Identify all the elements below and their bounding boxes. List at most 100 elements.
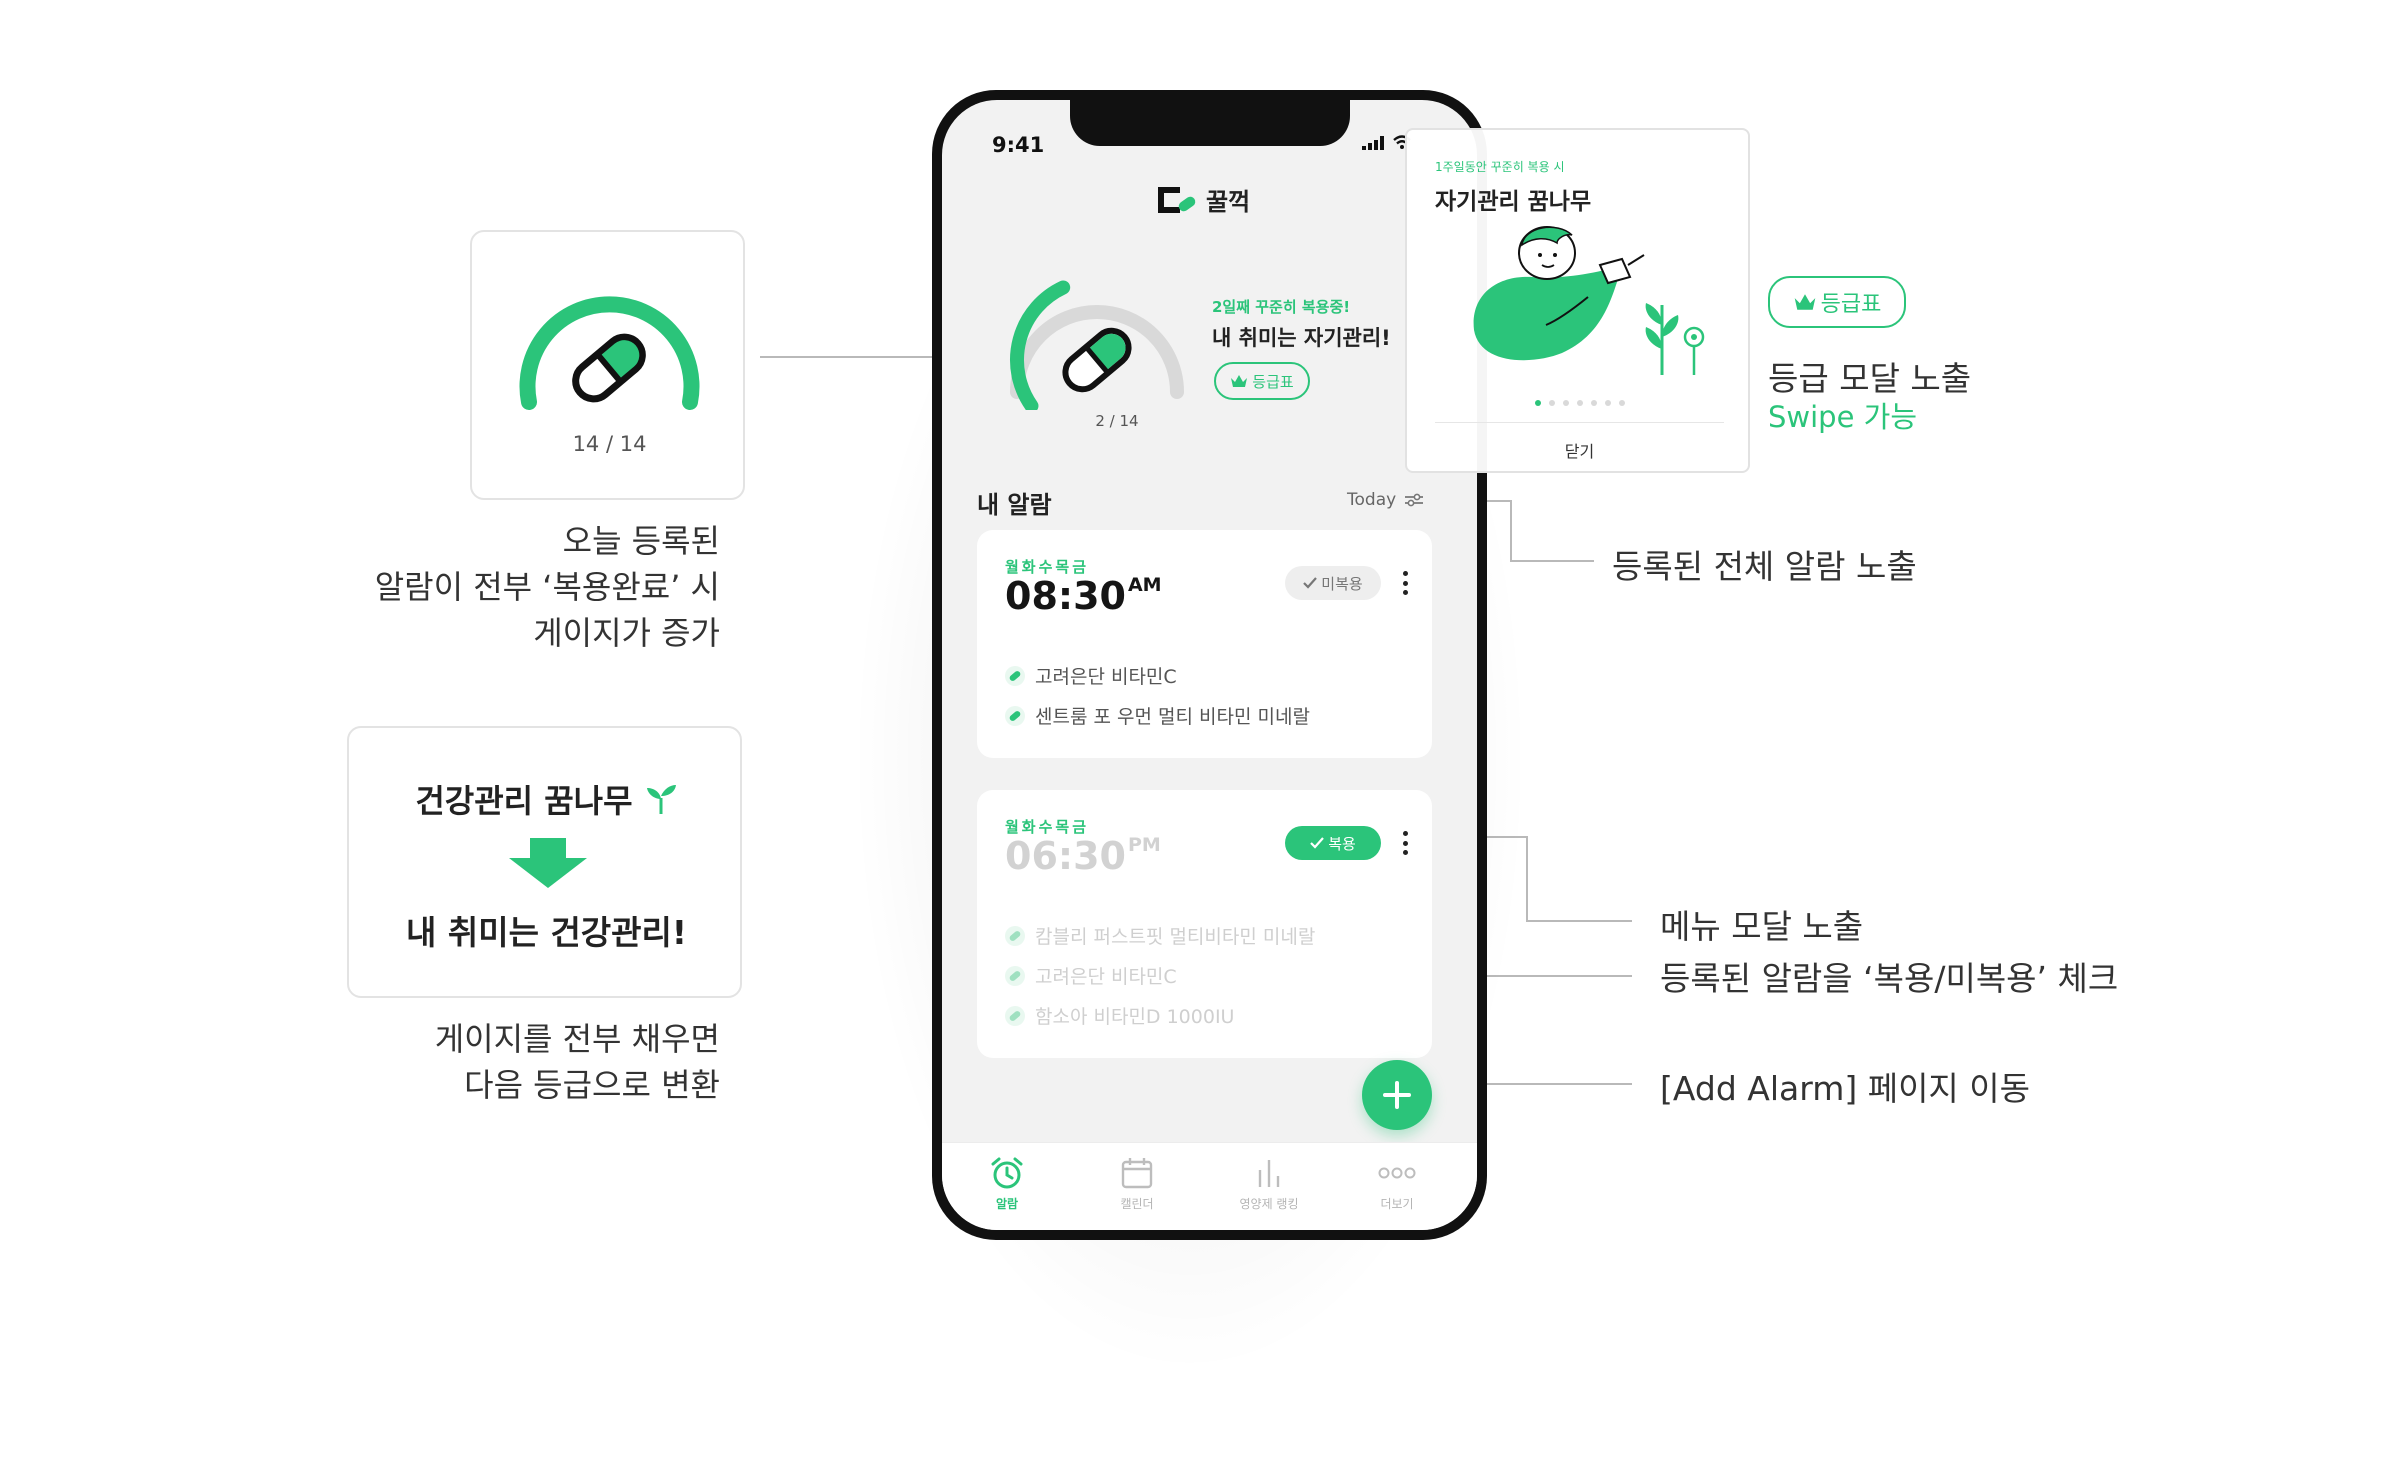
filter-label: Today [1347, 490, 1397, 510]
down-arrow-icon [509, 838, 587, 888]
more-icon [1378, 1167, 1416, 1179]
swipe-note: Swipe 가능 [1768, 400, 1918, 434]
med-name: 센트룸 포 우먼 멀티 비타민 미네랄 [1035, 706, 1310, 728]
status-toggle[interactable]: 복용 [1285, 826, 1381, 860]
menu-connector [1526, 920, 1632, 922]
streak-title: 내 취미는 자기관리! [1212, 326, 1391, 350]
tab-label: 캘린더 [1120, 1197, 1154, 1211]
gauge-note-line: 게이지가 증가 [533, 614, 720, 652]
alarm-ampm: PM [1127, 834, 1161, 856]
pill-icon [1005, 705, 1025, 726]
check-icon [1310, 837, 1325, 849]
modal-divider [1435, 422, 1724, 423]
grade-note: 게이지를 전부 채우면 다음 등급으로 변환 [330, 1016, 720, 1108]
watering-girl-illustration [1473, 226, 1705, 375]
crown-icon [1231, 375, 1248, 387]
pill-icon [1005, 965, 1025, 986]
full-gauge-icon [519, 296, 700, 410]
progress-gauge [1010, 280, 1184, 410]
page-dot[interactable] [1590, 400, 1597, 406]
status-time: 9:41 [992, 133, 1045, 157]
pill-icon [1062, 327, 1132, 393]
page-dot[interactable] [1576, 400, 1583, 406]
alarm-card[interactable]: 월화수목금 06:30 PM 복용 캄블리 퍼스트핏 멀티비타민 미네랄 고려은단… [977, 790, 1432, 1058]
brand-logo: 꿀꺽 [1154, 182, 1250, 217]
bar-chart-icon [1258, 1160, 1280, 1187]
gauge-card: 14 / 14 [470, 230, 745, 500]
page-dot[interactable] [1618, 400, 1625, 406]
grade-table-button[interactable]: 등급표 [1214, 362, 1310, 400]
gauge-count: 2 / 14 [1095, 412, 1139, 430]
gauge-card-label: 14 / 14 [572, 432, 647, 456]
grade-card: 건강관리 꿈나무 내 취미는 건강관리! [347, 726, 742, 998]
tab-label: 더보기 [1380, 1197, 1414, 1211]
tab-alarm[interactable]: 알람 [952, 1151, 1062, 1212]
page-dot[interactable] [1604, 400, 1611, 406]
alarm-clock-icon [991, 1157, 1023, 1189]
gauge-note-line: 알람이 전부 ‘복용완료’ 시 [374, 568, 720, 606]
grade-modal[interactable]: 1주일동안 꾸준히 복용 시 자기관리 꿈나무 닫기 [1405, 128, 1750, 473]
grade-note-line: 다음 등급으로 변환 [464, 1066, 720, 1104]
brand-name: 꿀꺽 [1206, 188, 1251, 216]
pill-icon [1005, 1005, 1025, 1026]
check-note: 등록된 알람을 ‘복용/미복용’ 체크 [1660, 959, 2119, 998]
menu-modal-note: 메뉴 모달 노출 [1660, 907, 1864, 946]
logo-icon [1158, 186, 1196, 213]
alarm-ampm: AM [1127, 574, 1162, 596]
page-dot[interactable] [1548, 400, 1555, 406]
tab-bar: 알람 캘린더 영양제 랭킹 더보기 [942, 1142, 1477, 1230]
alarm-time: 06:30 PM [1005, 834, 1161, 878]
med-name: 고려은단 비타민C [1035, 666, 1177, 688]
more-menu-icon[interactable] [1397, 826, 1413, 860]
page-indicator[interactable] [1407, 400, 1752, 406]
tab-ranking[interactable]: 영양제 랭킹 [1214, 1151, 1324, 1212]
gauge-note-line: 오늘 등록된 [562, 522, 720, 560]
alarm-card[interactable]: 월화수목금 08:30 AM 미복용 고려은단 비타민C 센트룸 포 우먼 멀티 … [977, 530, 1432, 758]
med-name: 함소아 비타민D 1000IU [1035, 1006, 1235, 1028]
crown-icon [1794, 294, 1815, 310]
sprout-icon [646, 785, 676, 814]
add-alarm-button[interactable] [1362, 1060, 1432, 1130]
tab-more[interactable]: 더보기 [1342, 1151, 1452, 1212]
check-icon [1303, 577, 1318, 589]
grade-after: 내 취미는 건강관리! [406, 913, 687, 952]
med-name: 고려은단 비타민C [1035, 966, 1177, 988]
grade-before: 건강관리 꿈나무 [415, 782, 633, 820]
alarm-time: 08:30 AM [1005, 574, 1162, 618]
pill-icon [1005, 925, 1025, 946]
tab-label: 알람 [995, 1197, 1019, 1211]
status-label: 복용 [1328, 834, 1356, 853]
today-filter[interactable]: Today [1347, 490, 1424, 510]
med-item: 캄블리 퍼스트핏 멀티비타민 미네랄 [1005, 922, 1315, 949]
notch [1070, 100, 1350, 146]
more-menu-icon[interactable] [1397, 566, 1413, 600]
filter-icon [1405, 493, 1424, 507]
add-alarm-note: [Add Alarm] 페이지 이동 [1660, 1069, 2031, 1108]
gauge-note: 오늘 등록된 알람이 전부 ‘복용완료’ 시 게이지가 증가 [330, 518, 720, 656]
gauge-fill [1010, 280, 1071, 410]
modal-note: 등급 모달 노출 [1768, 359, 1972, 398]
grade-note-line: 게이지를 전부 채우면 [434, 1020, 720, 1058]
grade-before-row: 건강관리 꿈나무 [349, 776, 744, 822]
signal-icon [1362, 136, 1384, 150]
calendar-icon [1121, 1158, 1153, 1189]
page-dot[interactable] [1562, 400, 1569, 406]
med-item: 센트룸 포 우먼 멀티 비타민 미네랄 [1005, 702, 1310, 729]
modal-subtitle: 1주일동안 꾸준히 복용 시 [1435, 160, 1565, 174]
page-dot[interactable] [1534, 400, 1541, 406]
modal-title: 자기관리 꿈나무 [1435, 189, 1592, 215]
pill-icon [1005, 665, 1025, 686]
grade-table-sample: 등급표 [1768, 276, 1906, 328]
all-alarms-note: 등록된 전체 알람 노출 [1612, 547, 1917, 586]
tab-label: 영양제 랭킹 [1239, 1197, 1299, 1211]
alarm-time-value: 06:30 [1005, 834, 1126, 878]
modal-close-button[interactable]: 닫기 [1407, 438, 1752, 462]
plus-icon [1383, 1081, 1411, 1109]
tab-calendar[interactable]: 캘린더 [1082, 1151, 1192, 1212]
med-item: 함소아 비타민D 1000IU [1005, 1002, 1234, 1029]
status-toggle[interactable]: 미복용 [1285, 566, 1381, 600]
med-name: 캄블리 퍼스트핏 멀티비타민 미네랄 [1035, 926, 1316, 948]
med-item: 고려은단 비타민C [1005, 662, 1177, 689]
phone-screen: 9:41 꿀꺽 2 / 14 2일째 꾸준히 복용중! 내 취미는 자기관리! … [942, 100, 1477, 1230]
phone-frame: 9:41 꿀꺽 2 / 14 2일째 꾸준히 복용중! 내 취미는 자기관리! … [932, 90, 1487, 1240]
